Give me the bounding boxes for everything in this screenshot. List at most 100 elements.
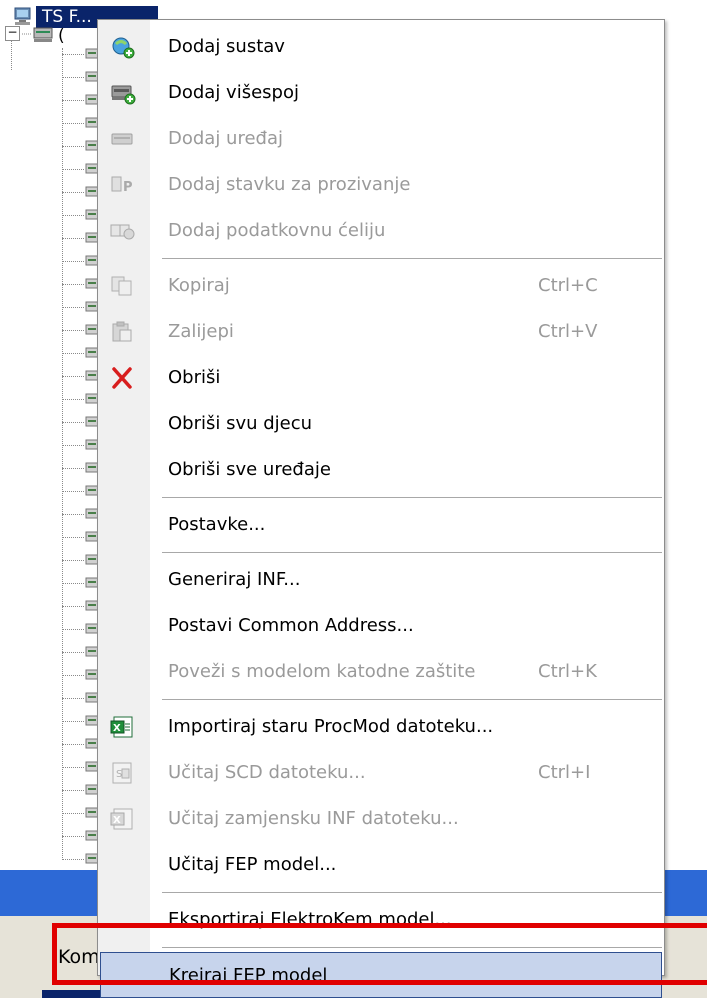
tree-leaf-node[interactable] — [62, 642, 102, 662]
tree-connector — [62, 790, 84, 791]
tree-leaf-node[interactable] — [62, 711, 102, 731]
menu-item-label: Učitaj FEP model... — [168, 854, 337, 875]
tree-leaf-node[interactable] — [62, 504, 102, 524]
menu-item-generiraj-inf[interactable]: Generiraj INF... — [98, 557, 664, 603]
menu-item-label: Postavi Common Address... — [168, 615, 414, 636]
menu-item-shortcut: Ctrl+I — [538, 762, 591, 783]
menu-item-kreiraj-fep-model[interactable]: Kreiraj FEP model — [100, 952, 662, 998]
menu-item-obrisi-sve-ure-aje[interactable]: Obriši sve uređaje — [98, 447, 664, 493]
menu-separator — [162, 699, 662, 701]
tree-leaf-node[interactable] — [62, 136, 102, 156]
tree-leaf-node[interactable] — [62, 182, 102, 202]
tree-leaf-node[interactable] — [62, 274, 102, 294]
menu-item-ucitaj-zamjensku-inf-datoteku[interactable]: X Učitaj zamjensku INF datoteku... — [98, 796, 664, 842]
tree-leaf-node[interactable] — [62, 44, 102, 64]
menu-item-povezi-s-modelom-katodne-zastite[interactable]: Poveži s modelom katodne zaštite Ctrl+K — [98, 649, 664, 695]
load-scd-icon: S — [110, 761, 136, 785]
tree-connector — [62, 698, 84, 699]
tree-leaf-node[interactable] — [62, 826, 102, 846]
tree-connector — [11, 40, 12, 70]
add-system-icon — [110, 35, 136, 59]
tree-leaf-node[interactable] — [62, 481, 102, 501]
menu-item-importiraj-staru-procmod-datoteku[interactable]: X Importiraj staru ProcMod datoteku... — [98, 704, 664, 750]
menu-item-dodaj-sustav[interactable]: Dodaj sustav — [98, 24, 664, 70]
tree-leaf-node[interactable] — [62, 159, 102, 179]
tree-leaf-node[interactable] — [62, 228, 102, 248]
menu-item-dodaj-ure-aj[interactable]: Dodaj uređaj — [98, 116, 664, 162]
menu-item-label: Dodaj podatkovnu ćeliju — [168, 220, 386, 241]
svg-text:P: P — [123, 180, 133, 195]
tree-connector — [62, 468, 84, 469]
tree-leaf-node[interactable] — [62, 665, 102, 685]
menu-item-dodaj-visespoj[interactable]: Dodaj višespoj — [98, 70, 664, 116]
menu-item-kopiraj[interactable]: Kopiraj Ctrl+C — [98, 263, 664, 309]
tree-leaf-node[interactable] — [62, 389, 102, 409]
tree-leaf-node[interactable] — [62, 757, 102, 777]
menu-item-zalijepi[interactable]: Zalijepi Ctrl+V — [98, 309, 664, 355]
tree-leaf-node[interactable] — [62, 90, 102, 110]
tree-leaf-node[interactable] — [62, 849, 102, 869]
load-inf-icon: X — [110, 807, 136, 831]
tree-leaf-node[interactable] — [62, 297, 102, 317]
tree-leaf-node[interactable] — [62, 550, 102, 570]
tree-connector — [62, 721, 84, 722]
tree-leaf-node[interactable] — [62, 527, 102, 547]
menu-item-label: Dodaj sustav — [168, 36, 285, 57]
tree-leaf-node[interactable] — [62, 412, 102, 432]
tree-leaf-node[interactable] — [62, 113, 102, 133]
tree-leaf-node[interactable] — [62, 780, 102, 800]
tree-leaf-node[interactable] — [62, 366, 102, 386]
tree-leaf-node[interactable] — [62, 573, 102, 593]
tree-connector — [62, 422, 84, 423]
tree-leaf-node[interactable] — [62, 619, 102, 639]
toolbar-partial-label[interactable]: Kom — [58, 946, 100, 968]
menu-separator — [162, 947, 662, 949]
add-data-cell-icon — [110, 219, 136, 243]
menu-item-postavke[interactable]: Postavke... — [98, 502, 664, 548]
tree-expander-button[interactable]: − — [5, 26, 20, 41]
tree-connector — [62, 284, 84, 285]
tree-connector — [62, 77, 84, 78]
tree-connector — [62, 353, 84, 354]
tree-connector — [62, 537, 84, 538]
menu-item-ucitaj-fep-model[interactable]: Učitaj FEP model... — [98, 842, 664, 888]
tree-connector — [62, 261, 84, 262]
tree-leaf-node[interactable] — [62, 803, 102, 823]
tree-connector — [62, 123, 84, 124]
tree-leaf-node[interactable] — [62, 343, 102, 363]
menu-item-dodaj-podatkovnu-celiju[interactable]: Dodaj podatkovnu ćeliju — [98, 208, 664, 254]
menu-item-shortcut: Ctrl+K — [538, 661, 597, 682]
tree-leaf-node[interactable] — [62, 734, 102, 754]
menu-item-label: Kreiraj FEP model — [169, 965, 328, 986]
tree-child-node[interactable]: ( — [22, 26, 65, 46]
menu-item-label: Dodaj uređaj — [168, 128, 283, 149]
menu-item-ucitaj-scd-datoteku[interactable]: S Učitaj SCD datoteku... Ctrl+I — [98, 750, 664, 796]
menu-separator — [162, 258, 662, 260]
tree-leaf-node[interactable] — [62, 67, 102, 87]
tree-connector — [62, 491, 84, 492]
tree-leaf-node[interactable] — [62, 320, 102, 340]
tree-connector — [62, 330, 84, 331]
menu-item-dodaj-stavku-za-prozivanje[interactable]: P Dodaj stavku za prozivanje — [98, 162, 664, 208]
menu-separator — [162, 497, 662, 499]
delete-icon — [110, 366, 136, 390]
tree-connector — [62, 399, 84, 400]
menu-item-postavi-common-address[interactable]: Postavi Common Address... — [98, 603, 664, 649]
tree-leaf-node[interactable] — [62, 205, 102, 225]
tree-leaf-node[interactable] — [62, 596, 102, 616]
tree-leaf-node[interactable] — [62, 251, 102, 271]
import-excel-icon: X — [110, 715, 136, 739]
tree-leaf-node[interactable] — [62, 688, 102, 708]
tree-leaf-node[interactable] — [62, 458, 102, 478]
menu-item-obrisi-svu-djecu[interactable]: Obriši svu djecu — [98, 401, 664, 447]
network-device-icon — [22, 24, 56, 48]
tree-connector — [62, 445, 84, 446]
tree-connector — [62, 744, 84, 745]
paste-icon — [110, 320, 136, 344]
tree-connector — [62, 675, 84, 676]
menu-item-label: Učitaj SCD datoteku... — [168, 762, 366, 783]
tree-connector — [62, 307, 84, 308]
menu-item-eksportiraj-elektrokem-model[interactable]: Eksportiraj ElektroKem model... — [98, 897, 664, 943]
tree-leaf-node[interactable] — [62, 435, 102, 455]
menu-item-obrisi[interactable]: Obriši — [98, 355, 664, 401]
